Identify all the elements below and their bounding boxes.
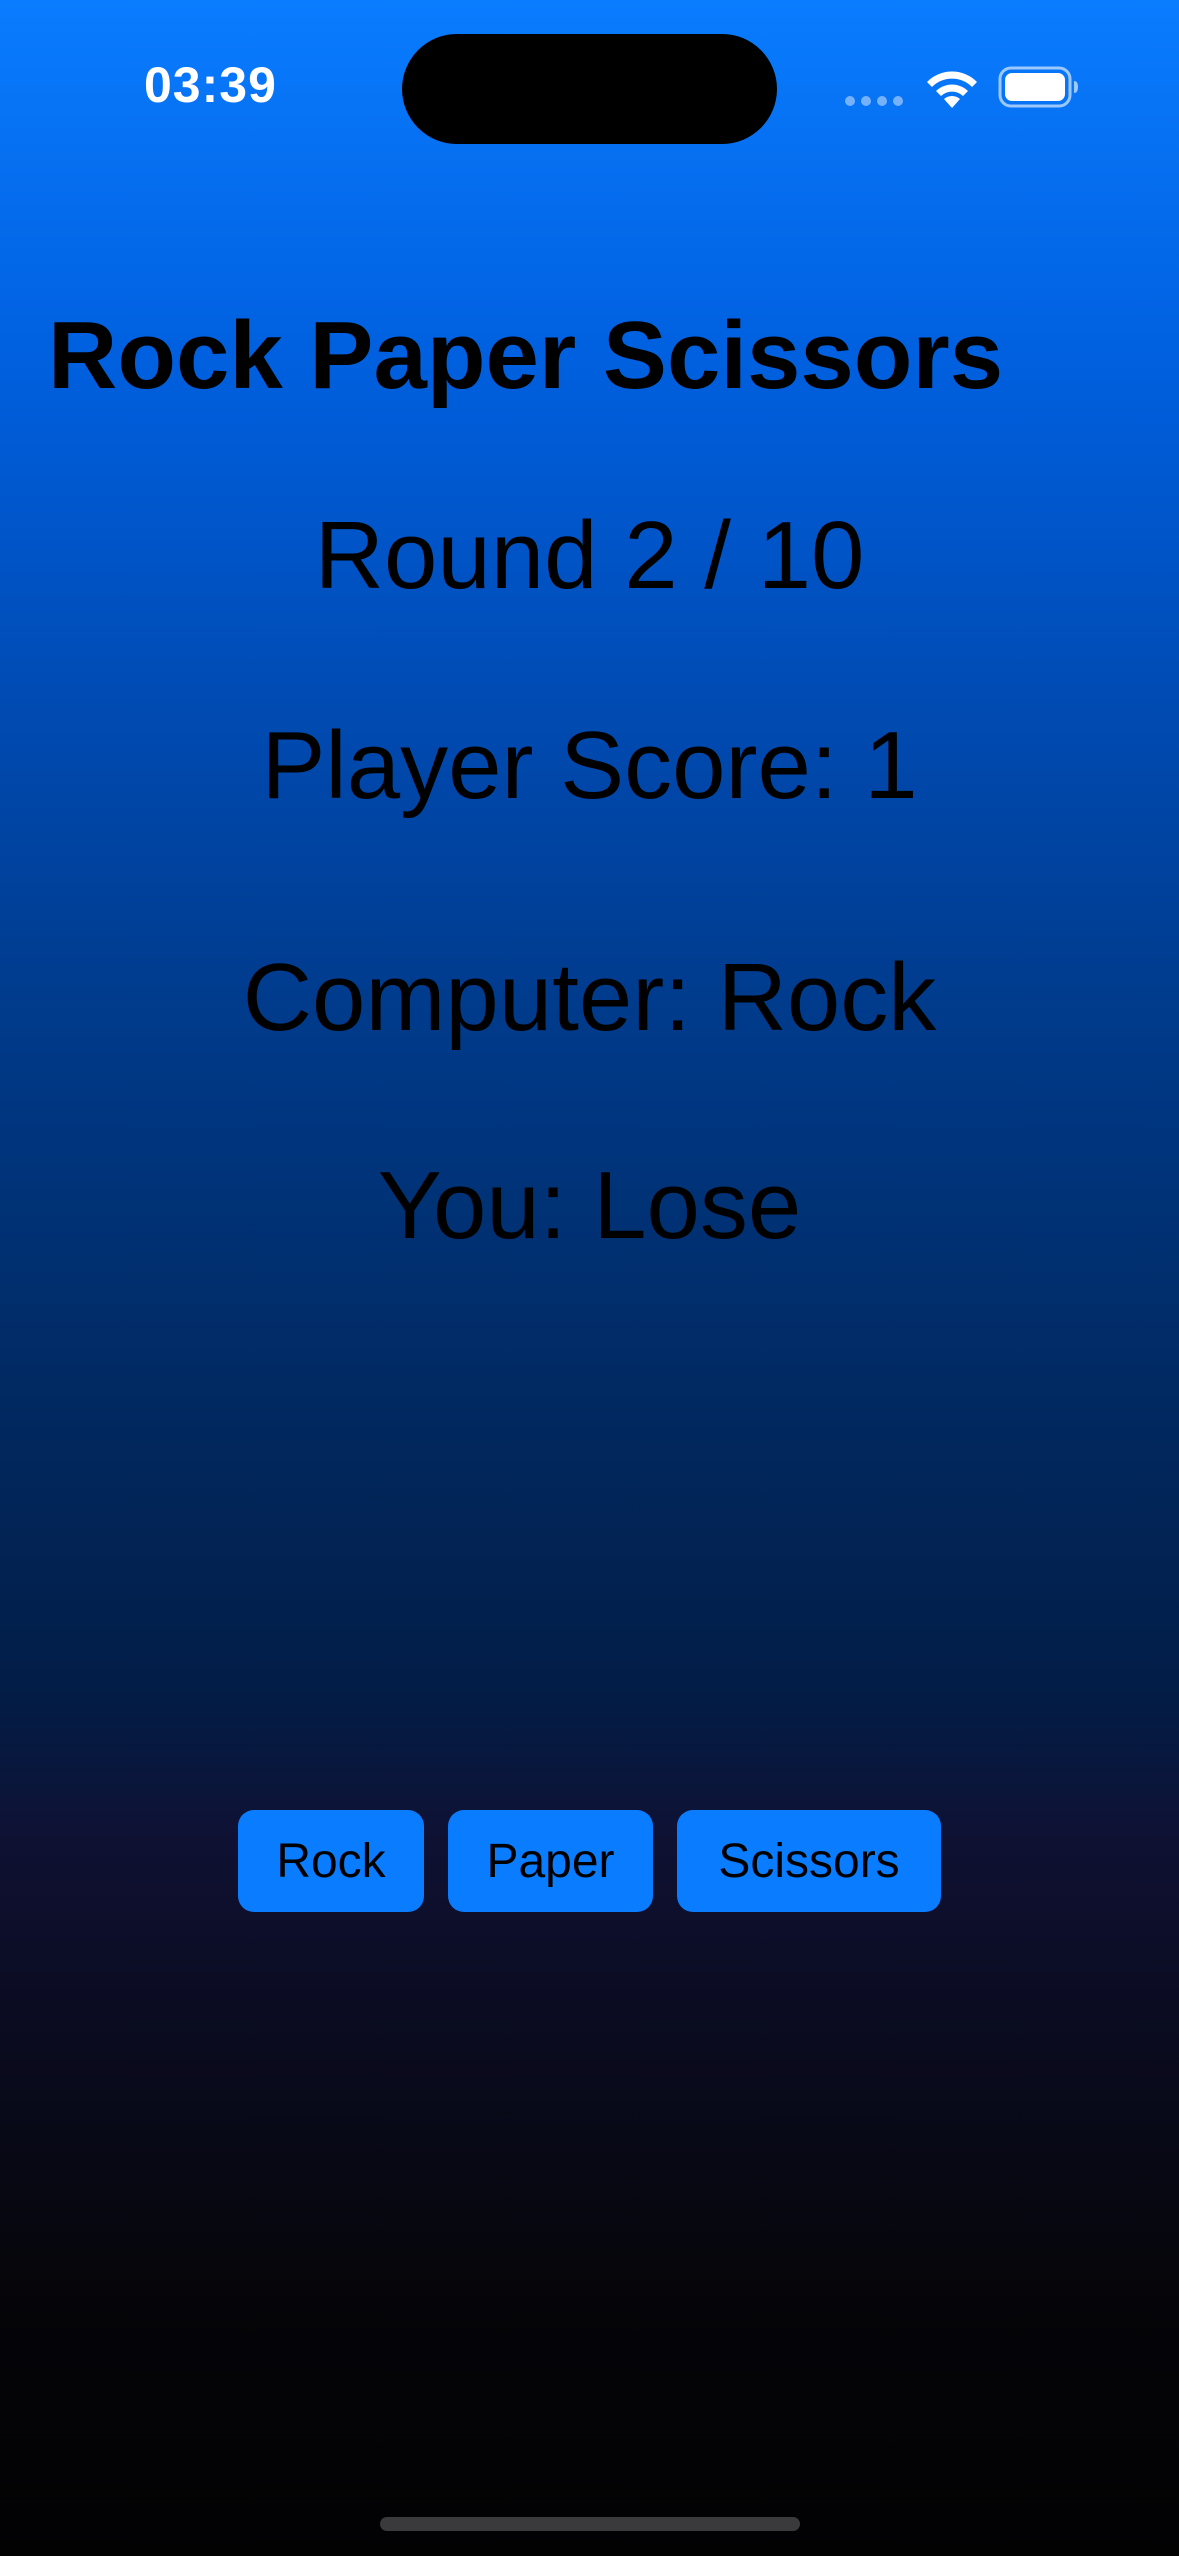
round-counter: Round 2 / 10: [314, 502, 865, 609]
home-indicator[interactable]: [380, 2517, 800, 2531]
wifi-icon: [927, 71, 977, 108]
choice-buttons: Rock Paper Scissors: [0, 1810, 1179, 1912]
round-result: You: Lose: [377, 1152, 802, 1259]
app-title: Rock Paper Scissors: [48, 302, 1004, 409]
status-time: 03:39: [144, 57, 277, 113]
cellular-dots-icon: [845, 96, 905, 106]
scissors-button[interactable]: Scissors: [677, 1810, 941, 1912]
player-score: Player Score: 1: [261, 712, 918, 819]
status-bar: 03:39: [0, 0, 1179, 180]
rock-button[interactable]: Rock: [238, 1810, 424, 1912]
paper-button[interactable]: Paper: [448, 1810, 653, 1912]
dynamic-island: [402, 34, 777, 144]
battery-icon: [998, 66, 1078, 108]
computer-choice: Computer: Rock: [242, 944, 937, 1051]
